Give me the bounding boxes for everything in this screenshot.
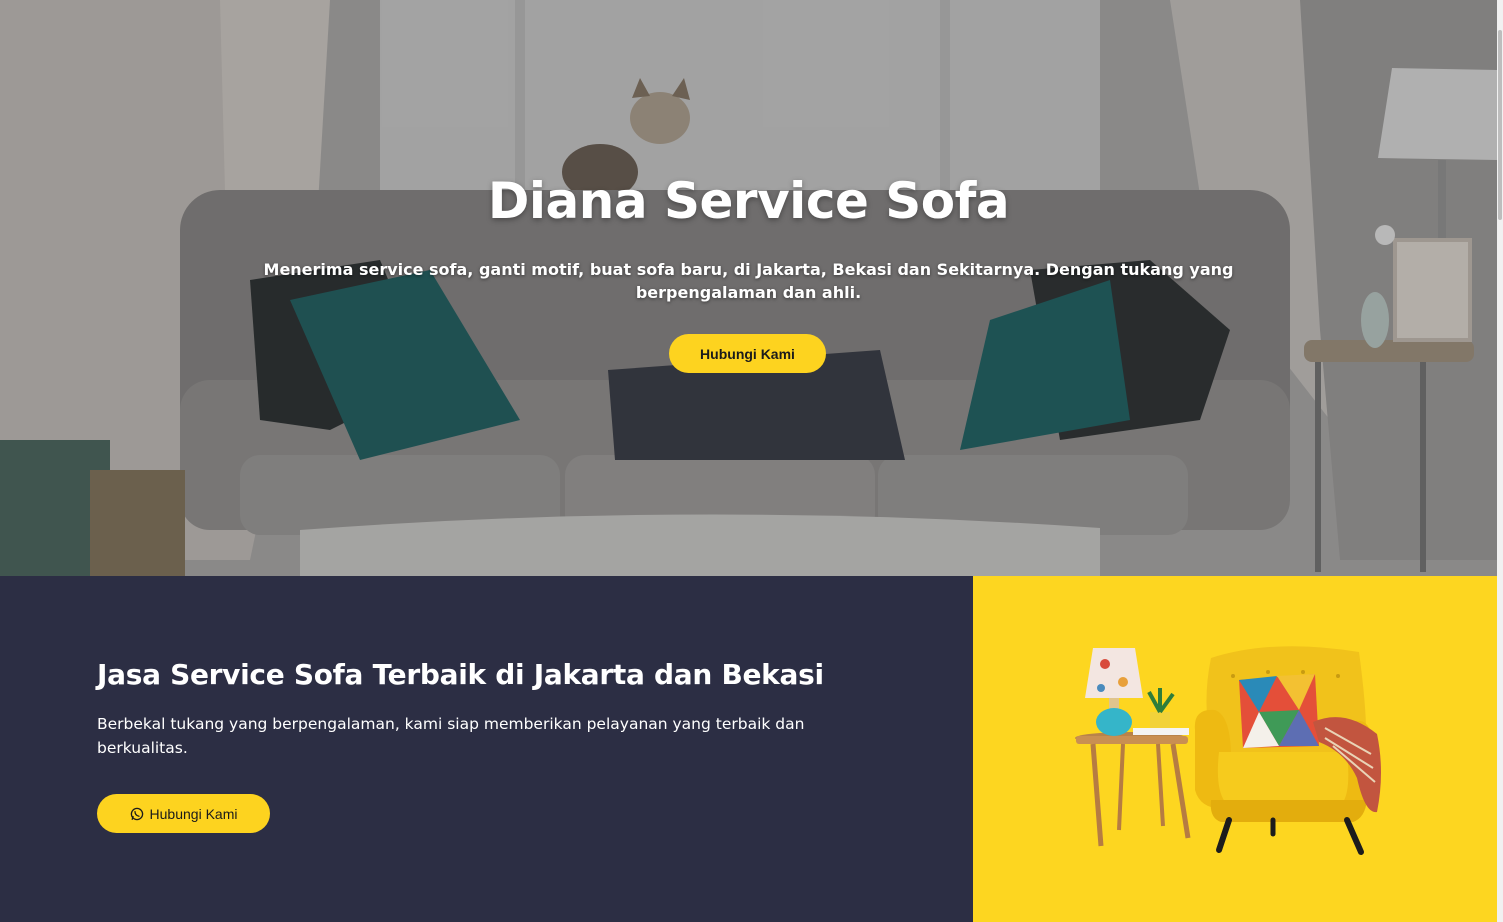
hero-contact-button-label: Hubungi Kami: [700, 345, 795, 362]
whatsapp-icon: [130, 807, 144, 821]
feature-title: Jasa Service Sofa Terbaik di Jakarta dan…: [97, 658, 824, 691]
feature-description: Berbekal tukang yang berpengalaman, kami…: [97, 715, 805, 757]
hero-content: Diana Service Sofa Menerima service sofa…: [0, 0, 1497, 576]
armchair-illustration: [1075, 646, 1381, 855]
hero-subtitle: Menerima service sofa, ganti motif, buat…: [263, 260, 1234, 302]
page-scrollbar[interactable]: [1497, 0, 1503, 922]
hero-contact-button[interactable]: Hubungi Kami: [669, 334, 826, 373]
product-image-panel: [973, 576, 1497, 922]
scrollbar-thumb[interactable]: [1498, 30, 1502, 220]
hero-section: Diana Service Sofa Menerima service sofa…: [0, 0, 1497, 576]
whatsapp-contact-button-label: Hubungi Kami: [149, 805, 238, 822]
whatsapp-contact-button[interactable]: Hubungi Kami: [97, 794, 270, 833]
hero-title: Diana Service Sofa: [487, 172, 1010, 230]
feature-section: Jasa Service Sofa Terbaik di Jakarta dan…: [0, 576, 973, 922]
